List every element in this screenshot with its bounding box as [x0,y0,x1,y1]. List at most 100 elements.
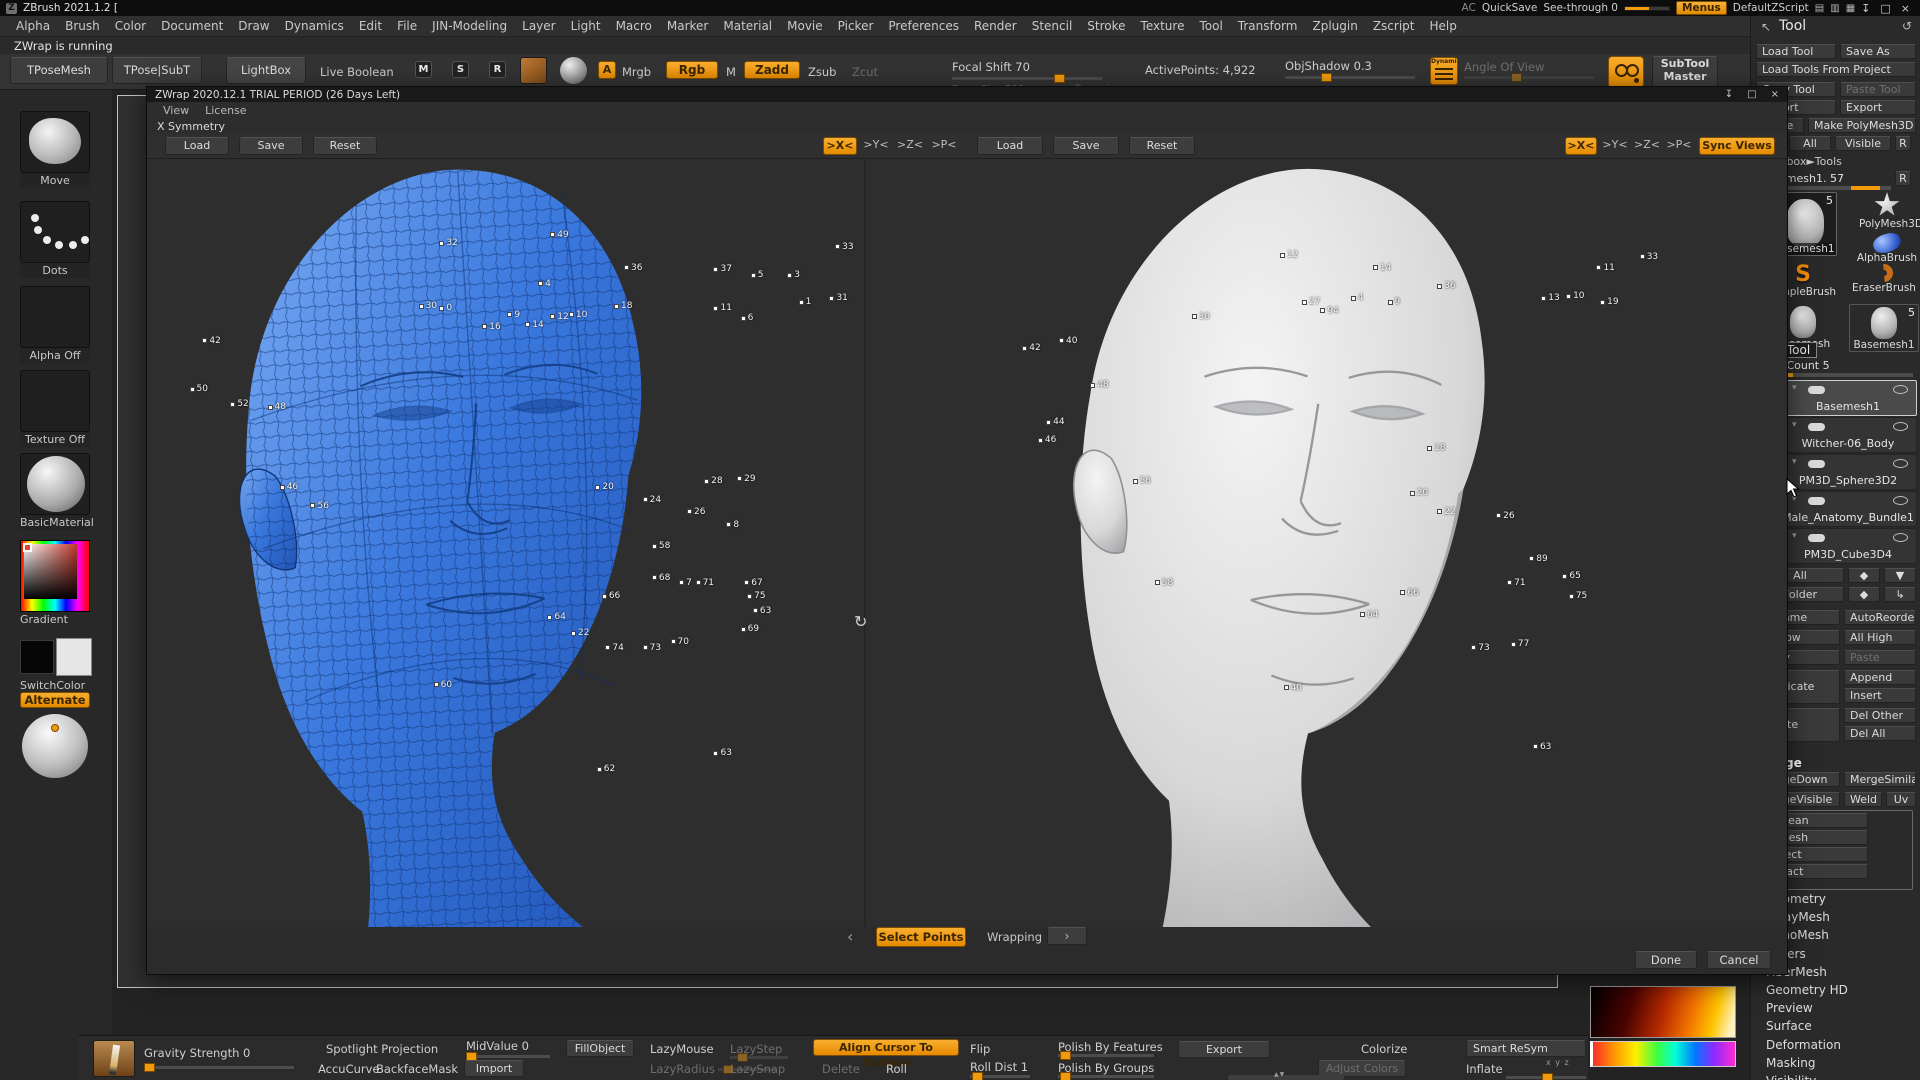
menu-item[interactable]: Alpha [16,19,50,33]
point-marker[interactable]: 7 [679,578,692,588]
point-marker[interactable]: 56 [310,501,328,511]
point-marker[interactable]: 63 [1533,742,1551,752]
focal-shift-slider[interactable] [952,77,1102,80]
point-marker[interactable]: 58 [652,541,670,551]
cancel-button[interactable]: Cancel [1707,951,1771,969]
subtool-master-camera-icon[interactable] [1608,56,1644,88]
target-mesh-view[interactable]: 1214361133302749941310194240484446561820… [864,159,1786,927]
zwrap-viewport[interactable]: 3249363753333004912161410181161314250524… [148,159,1786,927]
mrgb-toggle[interactable]: Mrgb [622,65,651,79]
colorize-toggle[interactable]: Colorize [1361,1042,1407,1056]
tool-slot-basemesh1[interactable]: 5 Basemesh1 [1849,304,1919,352]
point-marker[interactable]: 10 [569,310,587,320]
inflate-slider[interactable] [1506,1076,1586,1079]
menu-item[interactable]: Document [161,19,223,33]
smart-resym-button[interactable]: Smart ReSym [1466,1040,1586,1057]
see-through-slider[interactable] [1624,6,1670,11]
tool-section-header[interactable]: Visibility [1751,1074,1920,1080]
subtool-visibility-eye-icon[interactable] [1893,422,1908,431]
rgb-toggle[interactable]: Rgb [666,61,718,79]
rgb-swatch-icon[interactable]: R [489,61,506,78]
subtool-brush-toggle[interactable] [1808,497,1825,505]
menu-item[interactable]: Texture [1141,19,1185,33]
point-marker[interactable]: 16 [482,322,500,332]
point-marker[interactable]: 65 [1562,571,1580,581]
point-marker[interactable]: 75 [1569,591,1587,601]
point-marker[interactable]: 58 [1155,578,1173,588]
backfacemask-toggle[interactable]: BackfaceMask [376,1062,458,1076]
current-alpha-thumbnail[interactable] [520,57,547,84]
point-marker[interactable]: 9 [507,310,520,320]
accucurve-toggle[interactable]: AccuCurve [318,1062,380,1076]
zwrap-snapx-left-toggle[interactable]: >X< [823,137,857,155]
point-marker[interactable]: 71 [1507,578,1525,588]
point-marker[interactable]: 11 [1596,263,1614,273]
point-marker[interactable]: 70 [671,637,689,647]
tool-slot-polymesh3d[interactable]: PolyMesh3D [1859,192,1915,230]
menu-item[interactable]: Draw [238,19,269,33]
restore-button[interactable]: □ [1880,2,1890,15]
point-marker[interactable]: 33 [1640,252,1658,262]
goz-r-button[interactable]: R [1895,136,1911,151]
source-mesh-view[interactable]: 3249363753333004912161410181161314250524… [148,159,864,927]
point-marker[interactable]: 40 [1284,683,1302,693]
polish-by-groups-slider[interactable] [1058,1075,1154,1078]
subtool-movedown-button[interactable]: ▼ [1884,568,1916,583]
zsub-toggle[interactable]: Zsub [808,65,836,79]
tool-section-header[interactable]: Surface [1751,1019,1920,1037]
stroke-icon[interactable]: S [452,61,469,78]
point-marker[interactable]: 42 [1022,343,1040,353]
point-marker[interactable]: 48 [268,402,286,412]
objshadow-label[interactable]: ObjShadow 0.3 [1285,59,1372,73]
folder-out-button[interactable]: ↳ [1884,587,1916,602]
gravity-brush-icon[interactable] [93,1040,135,1077]
zwrap-snapz-left-toggle[interactable]: >Z< [895,137,925,155]
angle-of-view-slider[interactable] [1464,76,1594,79]
quicksave-button[interactable]: QuickSave [1482,2,1537,14]
point-marker[interactable]: 63 [713,748,731,758]
menu-item[interactable]: Dynamics [285,19,344,33]
lightbox-button[interactable]: LightBox [226,57,306,84]
point-marker[interactable]: 4 [538,279,551,289]
append-button[interactable]: Append [1844,670,1916,685]
zwrap-menu-view[interactable]: View [163,104,189,117]
prev-step-arrow[interactable]: ‹ [847,927,853,946]
menu-item[interactable]: Light [571,19,601,33]
menu-item[interactable]: Stroke [1087,19,1125,33]
point-marker[interactable]: 37 [713,264,731,274]
point-marker[interactable]: 74 [605,643,623,653]
subtool-master-button[interactable]: SubToolMaster [1652,56,1718,88]
delete-label[interactable]: Delete [822,1062,860,1076]
menu-item[interactable]: Macro [616,19,652,33]
folder-diamond-icon[interactable]: ◆ [1848,587,1880,602]
zwrap-restore-icon[interactable]: □ [1747,89,1756,100]
point-marker[interactable]: 64 [547,612,565,622]
point-marker[interactable]: 32 [439,238,457,248]
roll-toggle[interactable]: Roll [886,1062,907,1076]
goz-all-button[interactable]: All [1789,136,1831,151]
subtool-expand-icon[interactable]: ▾ [1792,531,1797,541]
menu-item[interactable]: Preferences [888,19,959,33]
spectrum-gradient-swatch[interactable] [1590,1041,1736,1067]
tool-slot-alphabrush[interactable]: AlphaBrush [1855,234,1919,264]
save-as-button[interactable]: Save As [1840,44,1916,59]
x-symmetry-toggle[interactable]: X Symmetry [147,119,1787,134]
zwrap-reset-left-button[interactable]: Reset [313,137,377,155]
palette-left-icon[interactable]: ▥ [1830,3,1839,14]
texture-slot[interactable]: Texture Off [20,370,90,447]
menu-item[interactable]: Color [115,19,146,33]
point-marker[interactable]: 18 [1427,443,1445,453]
subtool-expand-icon[interactable]: ▾ [1792,420,1797,430]
weld-button[interactable]: Weld [1844,792,1882,807]
point-marker[interactable]: 28 [704,476,722,486]
alpha-slot[interactable]: Alpha Off [20,286,90,363]
roll-dist-slider[interactable] [970,1075,1030,1078]
point-marker[interactable]: 89 [1529,554,1547,564]
point-marker[interactable]: 48 [1090,380,1108,390]
paste-tool-button[interactable]: Paste Tool [1840,82,1916,97]
point-marker[interactable]: 26 [1496,511,1514,521]
paste-subtool-button[interactable]: Paste [1844,650,1916,665]
zwrap-close-icon[interactable]: × [1771,89,1779,100]
insert-button[interactable]: Insert [1844,688,1916,703]
mergesimilar-button[interactable]: MergeSimilar [1844,772,1916,787]
